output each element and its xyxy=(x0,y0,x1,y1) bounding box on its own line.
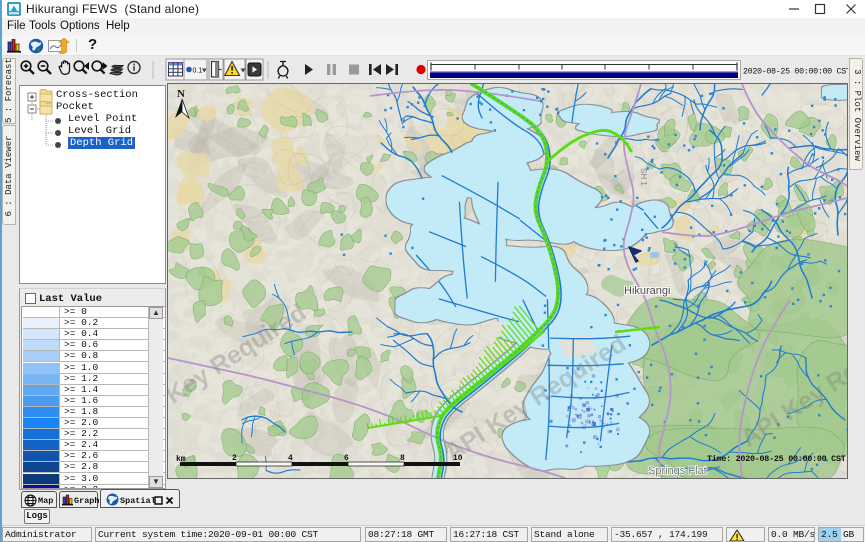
svg-text:2020-08-25 00:00:00 CST: 2020-08-25 00:00:00 CST xyxy=(743,67,848,77)
svg-text:Time: 2020-08-25 00:00:00 CST: Time: 2020-08-25 00:00:00 CST xyxy=(707,454,846,464)
svg-text:0.1: 0.1 xyxy=(193,68,203,75)
svg-text:4: 4 xyxy=(288,454,293,463)
svg-text:8: 8 xyxy=(400,454,405,463)
svg-text:6: 6 xyxy=(344,454,349,463)
svg-text:N: N xyxy=(177,88,185,100)
svg-text:2: 2 xyxy=(232,454,237,463)
svg-text:Hikurangi: Hikurangi xyxy=(624,285,670,297)
svg-text:Springs Flat: Springs Flat xyxy=(648,465,707,477)
svg-text:SH 1: SH 1 xyxy=(639,168,648,186)
svg-text:10: 10 xyxy=(453,454,463,463)
